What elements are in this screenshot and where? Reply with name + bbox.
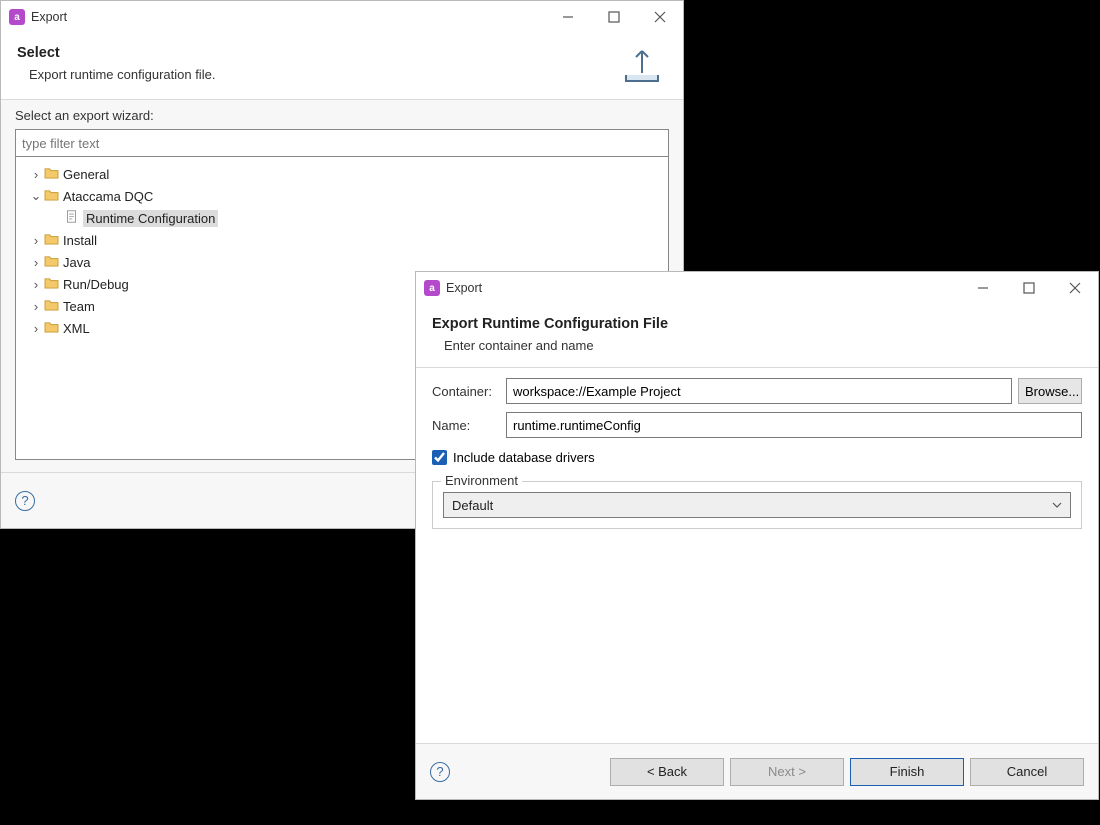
- header-desc: Enter container and name: [432, 338, 1082, 353]
- tree-label: Ataccama DQC: [63, 189, 153, 204]
- folder-icon: [44, 298, 59, 314]
- folder-icon: [44, 254, 59, 270]
- header-title: Select: [17, 45, 617, 61]
- tree-folder[interactable]: › General: [20, 163, 664, 185]
- environment-legend: Environment: [441, 473, 522, 488]
- footer: ? < Back Next > Finish Cancel: [416, 743, 1098, 799]
- header-title: Export Runtime Configuration File: [432, 316, 1082, 332]
- name-input[interactable]: [506, 412, 1082, 438]
- header: Select Export runtime configuration file…: [1, 33, 683, 99]
- finish-button[interactable]: Finish: [850, 758, 964, 786]
- maximize-button[interactable]: [591, 1, 637, 33]
- folder-icon: [44, 166, 59, 182]
- body: Container: Browse... Name: Include datab…: [416, 368, 1098, 743]
- header: Export Runtime Configuration File Enter …: [416, 304, 1098, 367]
- close-button[interactable]: [637, 1, 683, 33]
- minimize-button[interactable]: [960, 272, 1006, 304]
- help-icon[interactable]: ?: [15, 491, 35, 511]
- window-title: Export: [31, 10, 67, 24]
- folder-icon: [44, 188, 59, 204]
- tree-leaf[interactable]: Runtime Configuration: [20, 207, 664, 229]
- maximize-button[interactable]: [1006, 272, 1052, 304]
- expand-icon[interactable]: ›: [28, 299, 44, 314]
- expand-icon[interactable]: ›: [28, 321, 44, 336]
- browse-button[interactable]: Browse...: [1018, 378, 1082, 404]
- tree-label: Install: [63, 233, 97, 248]
- include-db-label: Include database drivers: [453, 450, 595, 465]
- expand-icon[interactable]: ⌄: [28, 188, 44, 204]
- container-input[interactable]: [506, 378, 1012, 404]
- tree-folder[interactable]: › Java: [20, 251, 664, 273]
- expand-icon[interactable]: ›: [28, 277, 44, 292]
- folder-icon: [44, 320, 59, 336]
- tree-folder[interactable]: ⌄ Ataccama DQC: [20, 185, 664, 207]
- environment-dropdown[interactable]: Default: [443, 492, 1071, 518]
- export-icon: [617, 45, 667, 85]
- back-button[interactable]: < Back: [610, 758, 724, 786]
- folder-icon: [44, 276, 59, 292]
- titlebar[interactable]: a Export: [416, 272, 1098, 304]
- tree-label: Run/Debug: [63, 277, 129, 292]
- select-label: Select an export wizard:: [15, 108, 669, 123]
- cancel-button[interactable]: Cancel: [970, 758, 1084, 786]
- tree-label: XML: [63, 321, 90, 336]
- container-label: Container:: [432, 384, 506, 399]
- export-runtime-config-window: a Export Export Runtime Configuration Fi…: [415, 271, 1099, 800]
- help-icon[interactable]: ?: [430, 762, 450, 782]
- tree-label: Team: [63, 299, 95, 314]
- expand-icon[interactable]: ›: [28, 255, 44, 270]
- tree-label: General: [63, 167, 109, 182]
- filter-input[interactable]: [15, 129, 669, 157]
- name-label: Name:: [432, 418, 506, 433]
- tree-label: Runtime Configuration: [83, 210, 218, 227]
- expand-icon[interactable]: ›: [28, 167, 44, 182]
- expand-icon[interactable]: ›: [28, 233, 44, 248]
- document-icon: [64, 210, 79, 226]
- close-button[interactable]: [1052, 272, 1098, 304]
- tree-folder[interactable]: › Install: [20, 229, 664, 251]
- folder-icon: [44, 232, 59, 248]
- window-title: Export: [446, 281, 482, 295]
- next-button: Next >: [730, 758, 844, 786]
- chevron-down-icon: [1052, 498, 1062, 513]
- tree-label: Java: [63, 255, 90, 270]
- environment-value: Default: [452, 498, 493, 513]
- include-db-checkbox[interactable]: [432, 450, 447, 465]
- minimize-button[interactable]: [545, 1, 591, 33]
- header-desc: Export runtime configuration file.: [17, 67, 617, 82]
- environment-group: Environment Default: [432, 481, 1082, 529]
- app-icon: a: [424, 280, 440, 296]
- titlebar[interactable]: a Export: [1, 1, 683, 33]
- app-icon: a: [9, 9, 25, 25]
